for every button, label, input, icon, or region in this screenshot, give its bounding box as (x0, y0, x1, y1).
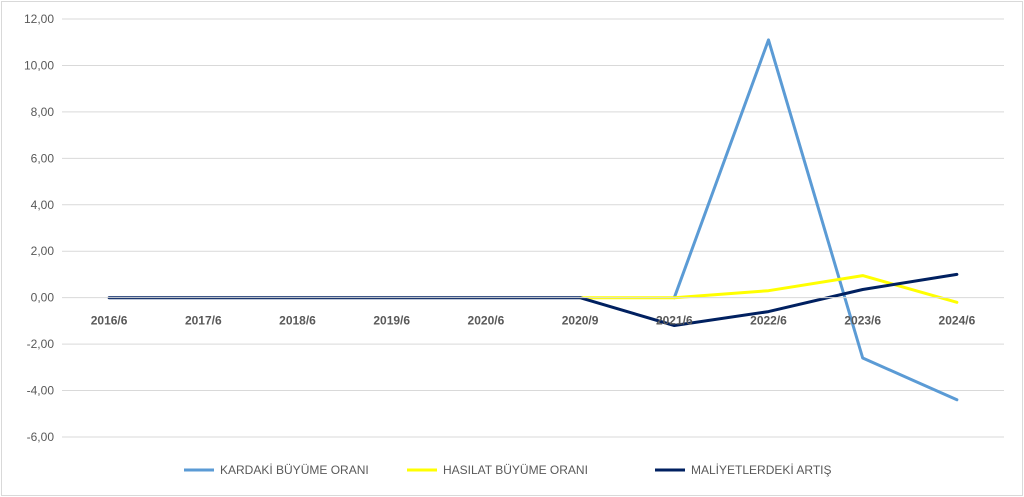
y-tick-label: 2,00 (31, 244, 55, 258)
x-tick-label: 2020/6 (468, 314, 505, 328)
x-tick-label: 2018/6 (279, 314, 316, 328)
series-line (672, 38, 959, 402)
x-tick-label: 2019/6 (373, 314, 410, 328)
x-tick-label: 2017/6 (185, 314, 222, 328)
x-tick-label: 2020/9 (562, 314, 599, 328)
legend-label: KARDAKİ BÜYÜME ORANI (220, 463, 369, 477)
line-chart: 12,00 10,00 8,00 6,00 4,00 2,00 0,00 -2,00 -4,00… (24, 12, 1004, 477)
x-axis-ticks: 2016/6 2017/6 2018/6 2019/6 2020/6 2020/9 2021… (91, 314, 976, 328)
x-tick-label: 2016/6 (91, 314, 128, 328)
y-tick-label: -6,00 (27, 430, 55, 444)
legend-label: MALİYETLERDEKİ ARTIŞ (691, 463, 832, 477)
y-tick-label: 12,00 (24, 12, 54, 26)
x-tick-label: 2023/6 (844, 314, 881, 328)
legend: KARDAKİ BÜYÜME ORANI HASILAT BÜYÜME ORANI… (184, 463, 832, 477)
y-axis-ticks: 12,00 10,00 8,00 6,00 4,00 2,00 0,00 -2,00 -4,00… (24, 12, 54, 444)
x-tick-label: 2021/6 (656, 314, 693, 328)
x-tick-label: 2024/6 (939, 314, 976, 328)
series-line (578, 274, 959, 304)
y-tick-label: -2,00 (27, 337, 55, 351)
y-tick-label: 4,00 (31, 198, 55, 212)
legend-label: HASILAT BÜYÜME ORANI (443, 463, 588, 477)
gridlines (62, 18, 1004, 438)
series-lines (107, 38, 959, 402)
y-tick-label: 6,00 (31, 151, 55, 165)
y-tick-label: 8,00 (31, 105, 55, 119)
y-tick-label: -4,00 (27, 384, 55, 398)
y-tick-label: 0,00 (31, 291, 55, 305)
y-tick-label: 10,00 (24, 58, 54, 72)
x-tick-label: 2022/6 (750, 314, 787, 328)
